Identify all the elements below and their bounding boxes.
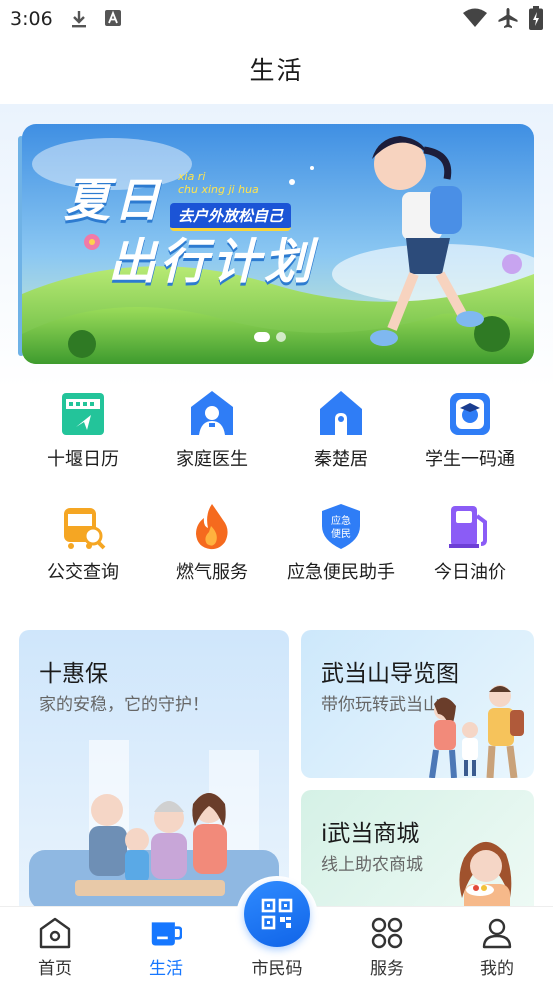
service-label: 家庭医生	[176, 449, 248, 470]
nav-mine[interactable]: 我的	[447, 907, 547, 983]
nav-home-label: 首页	[38, 959, 72, 979]
nav-services-label: 服务	[370, 959, 404, 979]
wudang-mall-card-title: i武当商城	[321, 821, 420, 847]
download-icon	[70, 9, 88, 33]
calendar-icon	[60, 389, 106, 437]
doctor-icon	[189, 389, 235, 437]
service-emergency-helper[interactable]: 应急 便民 应急便民助手	[276, 498, 406, 588]
service-label: 秦楚居	[314, 449, 368, 470]
flame-icon	[189, 502, 235, 550]
status-time: 3:06	[10, 8, 53, 30]
family-hiking-illustration	[429, 685, 524, 778]
citizen-code-button[interactable]	[244, 881, 310, 947]
qr-code-icon	[261, 898, 293, 934]
service-calendar[interactable]: 十堰日历	[18, 385, 148, 475]
insurance-card[interactable]: 十惠保 家的安稳，它的守护！	[19, 630, 289, 920]
service-oil-price[interactable]: 今日油价	[405, 498, 535, 588]
status-bar: 3:06	[0, 0, 553, 38]
banner-pagination	[254, 332, 286, 342]
service-label: 应急便民助手	[287, 562, 395, 583]
wifi-icon	[463, 8, 487, 32]
banner-pinyin: xia ri chu xing ji hua	[178, 170, 288, 196]
nav-mine-label: 我的	[480, 959, 514, 979]
battery-charging-icon	[529, 6, 543, 34]
service-family-doctor[interactable]: 家庭医生	[147, 385, 277, 475]
nav-home[interactable]: 首页	[5, 907, 105, 983]
service-label: 公交查询	[47, 562, 119, 583]
banner-title-line1: 夏日	[64, 173, 164, 227]
service-student-code[interactable]: 学生一码通	[405, 385, 535, 475]
service-bus-query[interactable]: 公交查询	[18, 498, 148, 588]
banner-dot-active[interactable]	[254, 332, 270, 342]
shield-icon: 应急 便民	[318, 502, 364, 550]
nav-life-label: 生活	[149, 959, 183, 979]
page-title: 生活	[249, 56, 304, 85]
home-icon	[39, 917, 71, 949]
banner-subtitle: 去户外放松自己	[170, 203, 292, 231]
promo-banner[interactable]: 夏日 出行计划 xia ri chu xing ji hua 去户外放松自己	[22, 124, 534, 364]
wudang-map-card[interactable]: 武当山导览图 带你玩转武当山	[301, 630, 534, 778]
insurance-card-title: 十惠保	[39, 661, 108, 687]
insurance-card-subtitle: 家的安稳，它的守护！	[39, 695, 209, 715]
service-qinchuju[interactable]: 秦楚居	[276, 385, 406, 475]
service-label: 燃气服务	[176, 562, 248, 583]
svg-text:便民: 便民	[331, 527, 351, 540]
service-label: 学生一码通	[425, 449, 515, 470]
service-label: 今日油价	[434, 562, 506, 583]
nav-life[interactable]: 生活	[116, 907, 216, 983]
banner-pinyin-line2: chu xing ji hua	[178, 183, 259, 196]
student-icon	[447, 389, 493, 437]
svg-text:应急: 应急	[331, 514, 351, 527]
nav-services[interactable]: 服务	[337, 907, 437, 983]
services-icon	[371, 917, 403, 949]
service-gas[interactable]: 燃气服务	[147, 498, 277, 588]
page-header: 生活	[0, 38, 553, 104]
house-icon	[318, 389, 364, 437]
banner-pinyin-line1: xia ri	[178, 170, 206, 183]
fuel-icon	[447, 502, 493, 550]
user-icon	[481, 917, 513, 949]
wudang-mall-card[interactable]: i武当商城 线上助农商城	[301, 790, 534, 920]
font-icon	[104, 9, 122, 31]
shopper-illustration	[459, 841, 512, 918]
bus-icon	[60, 502, 106, 550]
service-label: 十堰日历	[47, 449, 119, 470]
wudang-mall-card-subtitle: 线上助农商城	[321, 855, 423, 875]
airplane-icon	[497, 7, 519, 33]
cup-icon	[150, 917, 183, 949]
banner-dot[interactable]	[276, 332, 286, 342]
banner-title-line2: 出行计划	[108, 234, 317, 290]
